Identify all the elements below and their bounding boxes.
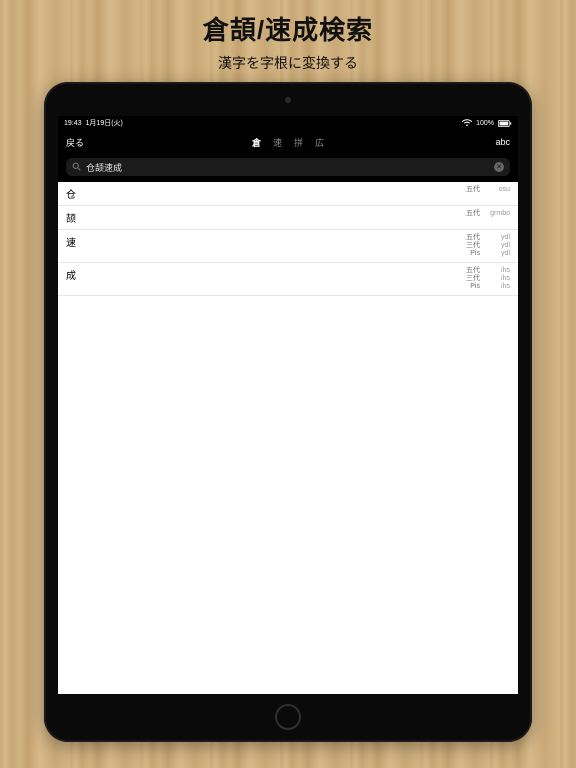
- result-codes: 五代 ydl 三代 ydl Pisydl: [466, 234, 510, 258]
- result-char: 速: [66, 234, 76, 249]
- result-codes: 五代 grmbo: [466, 210, 510, 218]
- code-value: ydl: [484, 234, 510, 242]
- camera-dot: [285, 97, 291, 103]
- code-label: 三代: [466, 275, 480, 283]
- search-bar: ✕: [58, 154, 518, 182]
- result-char: 成: [66, 267, 76, 282]
- code-label: 三代: [466, 242, 480, 250]
- result-char: 仓: [66, 186, 76, 201]
- status-date: 1月19日(火): [86, 118, 123, 128]
- home-button[interactable]: [275, 704, 301, 730]
- code-value: osu: [484, 186, 510, 194]
- code-label: 五代: [466, 210, 480, 218]
- abc-toggle[interactable]: abc: [495, 137, 510, 147]
- result-char: 颉: [66, 210, 76, 225]
- page-title: 倉頡/速成検索: [0, 0, 576, 47]
- code-value: grmbo: [484, 210, 510, 218]
- search-icon: [72, 158, 81, 176]
- result-codes: 五代 ihs 三代 ihs Pisihs: [466, 267, 510, 291]
- back-button[interactable]: 戻る: [66, 136, 84, 149]
- code-value: ydl: [484, 250, 510, 258]
- code-value: ihs: [484, 283, 510, 291]
- results-list: 仓五代osu颉五代grmbo速五代ydl三代ydlPisydl成五代ihs三代i…: [58, 182, 518, 296]
- battery-percent: 100%: [476, 120, 494, 127]
- wifi-icon: [462, 119, 472, 127]
- code-label: 五代: [466, 234, 480, 242]
- search-input[interactable]: [86, 162, 489, 172]
- screen: 19:43 1月19日(火) 100% 戻る 倉速拼広 abc: [58, 116, 518, 694]
- clear-icon[interactable]: ✕: [494, 162, 504, 172]
- nav-tab-3[interactable]: 広: [315, 136, 324, 149]
- status-time: 19:43: [64, 120, 82, 127]
- result-row[interactable]: 仓 五代 osu: [58, 182, 518, 206]
- result-codes: 五代 osu: [466, 186, 510, 194]
- page-subtitle: 漢字を字根に変換する: [0, 47, 576, 73]
- code-label: 五代: [466, 186, 480, 194]
- code-value: ydl: [484, 242, 510, 250]
- nav-tab-0[interactable]: 倉: [252, 136, 261, 149]
- result-row[interactable]: 成 五代 ihs 三代 ihs Pisihs: [58, 263, 518, 296]
- nav-bar: 戻る 倉速拼広 abc: [58, 130, 518, 154]
- code-label: Pis: [470, 283, 480, 291]
- code-label: 五代: [466, 267, 480, 275]
- nav-tab-1[interactable]: 速: [273, 136, 282, 149]
- code-label: Pis: [470, 250, 480, 258]
- result-row[interactable]: 速 五代 ydl 三代 ydl Pisydl: [58, 230, 518, 263]
- result-row[interactable]: 颉 五代 grmbo: [58, 206, 518, 230]
- code-value: ihs: [484, 267, 510, 275]
- battery-icon: [498, 120, 512, 127]
- code-value: ihs: [484, 275, 510, 283]
- ipad-frame: 19:43 1月19日(火) 100% 戻る 倉速拼広 abc: [44, 82, 532, 742]
- status-bar: 19:43 1月19日(火) 100%: [58, 116, 518, 130]
- nav-tab-2[interactable]: 拼: [294, 136, 303, 149]
